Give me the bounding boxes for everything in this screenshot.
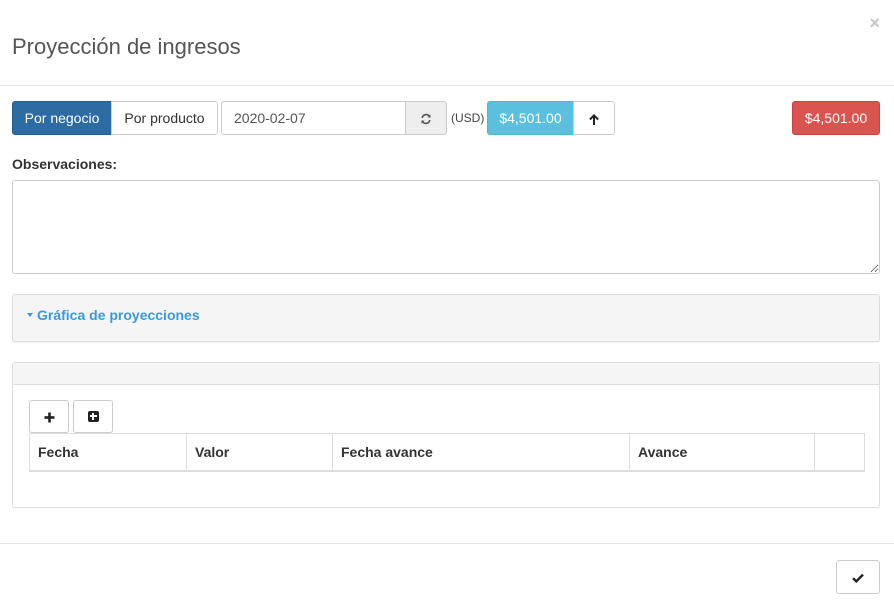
toolbar: Por negocio Por producto (USD) $4,501.00… — [12, 101, 880, 135]
projections-panel: Fecha Valor Fecha avance Avance — [12, 362, 880, 508]
caret-down-icon — [27, 313, 33, 318]
table-header-row: Fecha Valor Fecha avance Avance — [30, 433, 865, 471]
refresh-icon — [420, 110, 432, 126]
confirm-button[interactable] — [836, 560, 880, 594]
projections-table: Fecha Valor Fecha avance Avance — [29, 433, 865, 472]
by-business-button[interactable]: Por negocio — [12, 101, 112, 135]
column-header-actions — [814, 433, 865, 471]
modal-footer — [0, 543, 894, 606]
chart-panel-title: Gráfica de proyecciones — [37, 307, 200, 323]
date-input[interactable] — [221, 101, 406, 135]
add-row-button[interactable] — [29, 400, 69, 433]
plus-square-icon — [87, 410, 99, 422]
observations-label: Observaciones: — [12, 156, 118, 172]
column-header-fecha[interactable]: Fecha — [30, 434, 187, 471]
column-header-avance[interactable]: Avance — [629, 433, 815, 471]
add-batch-button[interactable] — [73, 400, 113, 433]
observations-textarea[interactable] — [12, 180, 880, 274]
chart-panel-toggle[interactable]: Gráfica de proyecciones — [27, 307, 200, 323]
arrow-up-button[interactable] — [573, 101, 615, 135]
total-amount-badge[interactable]: $4,501.00 — [792, 101, 880, 135]
projections-panel-heading — [13, 363, 879, 385]
amount-info-button[interactable]: $4,501.00 — [487, 101, 574, 135]
close-button[interactable]: × — [869, 14, 880, 32]
refresh-button[interactable] — [405, 101, 447, 135]
modal-title: Proyección de ingresos — [12, 34, 241, 59]
column-header-fecha-avance[interactable]: Fecha avance — [332, 433, 630, 471]
check-icon — [852, 569, 864, 585]
arrow-up-icon — [588, 110, 600, 126]
column-header-valor[interactable]: Valor — [186, 433, 333, 471]
by-product-button[interactable]: Por producto — [111, 101, 218, 135]
plus-icon — [44, 407, 55, 426]
modal-header: Proyección de ingresos × — [0, 0, 894, 86]
chart-panel: Gráfica de proyecciones — [12, 294, 880, 342]
currency-label: (USD) — [451, 111, 485, 125]
